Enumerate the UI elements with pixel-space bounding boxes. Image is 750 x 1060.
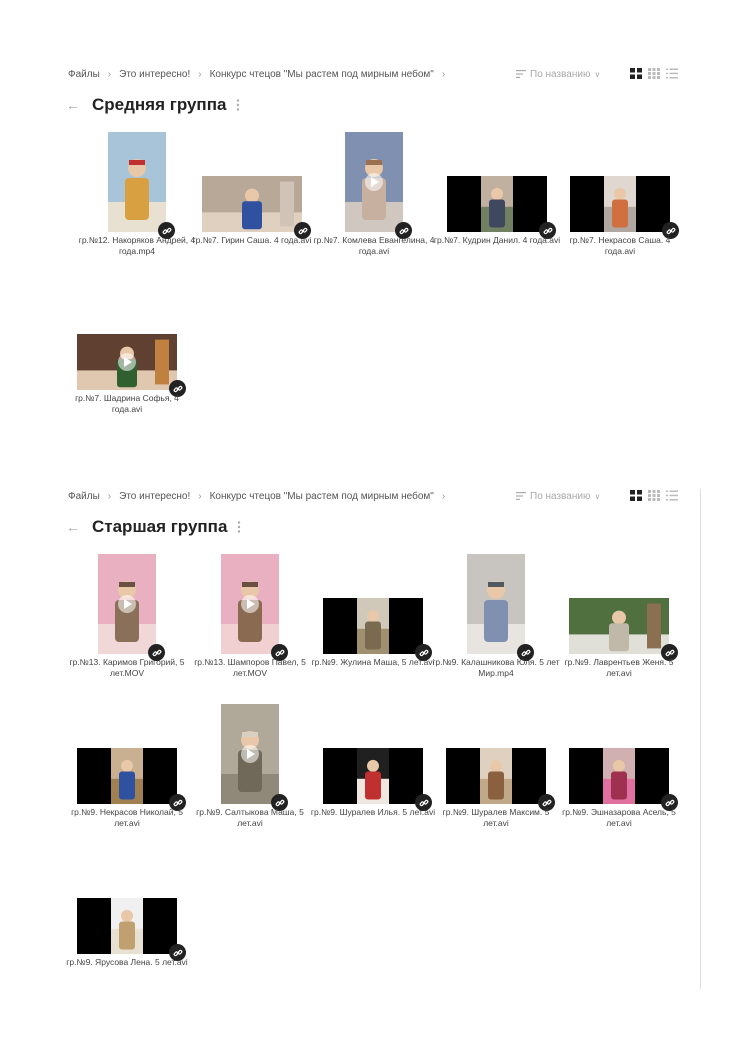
video-thumbnail[interactable] xyxy=(446,748,546,804)
video-thumbnail[interactable] xyxy=(569,598,669,654)
video-thumbnail[interactable] xyxy=(77,898,177,954)
sort-label: По названию xyxy=(530,490,591,502)
file-name: гр.№13. Каримов Григорий, 5 лет.MOV xyxy=(69,657,185,678)
breadcrumb-files[interactable]: Файлы xyxy=(68,491,100,502)
file-name: гр.№13. Шампоров Павел, 5 лет.MOV xyxy=(194,657,306,678)
file-name: гр.№9. Некрасов Николай, 5 лет.avi xyxy=(71,807,183,828)
breadcrumb-separator-icon: › xyxy=(107,490,112,502)
folder-title: Средняя группа xyxy=(92,95,227,114)
small-tiles-view-icon[interactable] xyxy=(648,490,660,501)
play-icon xyxy=(241,745,259,763)
breadcrumb-contest[interactable]: Конкурс чтецов "Мы растем под мирным неб… xyxy=(210,491,434,502)
file-name: гр.№9. Жулина Маша, 5 лет.avi xyxy=(311,657,435,667)
sort-dropdown[interactable]: По названию ∨ xyxy=(516,62,600,86)
more-options-icon[interactable] xyxy=(236,98,240,112)
video-thumbnail[interactable] xyxy=(77,748,177,804)
breadcrumb-interesting[interactable]: Это интересно! xyxy=(119,69,190,80)
file-name: гр.№9. Калашникова Юля. 5 лет Мир.mp4 xyxy=(432,657,560,678)
video-thumbnail[interactable] xyxy=(202,176,302,232)
video-thumbnail[interactable] xyxy=(98,554,156,654)
sort-dropdown[interactable]: По названию ∨ xyxy=(516,484,600,508)
file-tile[interactable]: гр.№9. Шуралев Максим. 5 лет.avi xyxy=(436,700,556,828)
file-name: гр.№9. Эшназарова Асель, 5 лет.avi xyxy=(562,807,676,828)
file-tile[interactable]: гр.№9. Эшназарова Асель, 5 лет.avi xyxy=(559,700,679,828)
breadcrumb-separator-icon: › xyxy=(441,68,446,80)
video-thumbnail[interactable] xyxy=(569,748,669,804)
play-icon xyxy=(365,173,383,191)
breadcrumb-interesting[interactable]: Это интересно! xyxy=(119,491,190,502)
breadcrumb: Файлы › Это интересно! › Конкурс чтецов … xyxy=(68,484,453,508)
sort-icon xyxy=(516,492,526,500)
video-thumbnail[interactable] xyxy=(467,554,525,654)
file-name: гр.№7. Шадрина Софья, 4 года.avi xyxy=(75,393,179,414)
breadcrumb-separator-icon: › xyxy=(441,490,446,502)
file-tile[interactable]: гр.№12. Накоряков Андрей, 4 года.mp4 xyxy=(77,128,197,256)
back-arrow-icon[interactable]: ← xyxy=(66,519,80,535)
panel-edge-divider xyxy=(700,489,701,989)
view-switcher xyxy=(630,68,678,79)
file-name: гр.№9. Салтыкова Маша, 5 лет.avi xyxy=(196,807,304,828)
video-thumbnail[interactable] xyxy=(221,704,279,804)
file-name: гр.№12. Накоряков Андрей, 4 года.mp4 xyxy=(78,235,196,256)
sort-icon xyxy=(516,70,526,78)
file-name: гр.№7. Некрасов Саша. 4 года.avi xyxy=(569,235,671,256)
video-thumbnail[interactable] xyxy=(570,176,670,232)
large-tiles-view-icon[interactable] xyxy=(630,68,642,79)
chevron-down-icon: ∨ xyxy=(594,491,601,501)
file-tile[interactable]: гр.№9. Жулина Маша, 5 лет.avi xyxy=(312,550,434,667)
video-thumbnail[interactable] xyxy=(323,748,423,804)
file-tile[interactable]: гр.№9. Шуралев Илья. 5 лет.avi xyxy=(311,700,435,817)
file-name: гр.№7. Гирин Саша. 4 года.avi xyxy=(192,235,312,245)
small-tiles-view-icon[interactable] xyxy=(648,68,660,79)
file-tile[interactable]: гр.№7. Шадрина Софья, 4 года.avi xyxy=(67,286,187,414)
file-tile[interactable]: гр.№9. Калашникова Юля. 5 лет Мир.mp4 xyxy=(432,550,560,678)
more-options-icon[interactable] xyxy=(237,520,241,534)
file-tile[interactable]: гр.№13. Шампоров Павел, 5 лет.MOV xyxy=(190,550,310,678)
file-tile[interactable]: гр.№7. Некрасов Саша. 4 года.avi xyxy=(560,128,680,256)
breadcrumb-files[interactable]: Файлы xyxy=(68,69,100,80)
view-switcher xyxy=(630,490,678,501)
file-name: гр.№7. Комлева Евангелина, 4 года.avi xyxy=(313,235,435,256)
play-icon xyxy=(118,353,136,371)
list-view-icon[interactable] xyxy=(666,68,678,79)
video-thumbnail[interactable] xyxy=(221,554,279,654)
video-thumbnail[interactable] xyxy=(77,334,177,390)
file-name: гр.№7. Кудрин Данил. 4 года.avi xyxy=(433,235,561,245)
play-icon xyxy=(241,595,259,613)
file-tile[interactable]: гр.№9. Салтыкова Маша, 5 лет.avi xyxy=(190,700,310,828)
file-name: гр.№9. Ярусова Лена. 5 лет.avi xyxy=(66,957,188,967)
video-thumbnail[interactable] xyxy=(345,132,403,232)
breadcrumb-contest[interactable]: Конкурс чтецов "Мы растем под мирным неб… xyxy=(210,69,434,80)
video-thumbnail[interactable] xyxy=(323,598,423,654)
play-icon xyxy=(118,595,136,613)
file-name: гр.№9. Шуралев Максим. 5 лет.avi xyxy=(442,807,550,828)
file-tile[interactable]: гр.№7. Гирин Саша. 4 года.avi xyxy=(192,128,312,245)
list-view-icon[interactable] xyxy=(666,490,678,501)
chevron-down-icon: ∨ xyxy=(594,69,601,79)
video-thumbnail[interactable] xyxy=(108,132,166,232)
large-tiles-view-icon[interactable] xyxy=(630,490,642,501)
file-tile[interactable]: гр.№7. Комлева Евангелина, 4 года.avi xyxy=(314,128,434,256)
sort-label: По названию xyxy=(530,68,591,80)
breadcrumb-separator-icon: › xyxy=(198,68,202,80)
breadcrumb-separator-icon: › xyxy=(198,490,202,502)
file-name: гр.№9. Шуралев Илья. 5 лет.avi xyxy=(310,807,436,817)
file-tile[interactable]: гр.№7. Кудрин Данил. 4 года.avi xyxy=(434,128,560,245)
file-tile[interactable]: гр.№9. Ярусова Лена. 5 лет.avi xyxy=(66,850,188,967)
video-thumbnail[interactable] xyxy=(447,176,547,232)
file-tile[interactable]: гр.№9. Лаврентьев Женя. 5 лет.avi xyxy=(559,550,679,678)
breadcrumb-separator-icon: › xyxy=(107,68,112,80)
back-arrow-icon[interactable]: ← xyxy=(66,97,80,113)
folder-title: Старшая группа xyxy=(92,517,228,536)
breadcrumb: Файлы › Это интересно! › Конкурс чтецов … xyxy=(68,62,453,86)
file-tile[interactable]: гр.№13. Каримов Григорий, 5 лет.MOV xyxy=(67,550,187,678)
file-name: гр.№9. Лаврентьев Женя. 5 лет.avi xyxy=(564,657,674,678)
file-tile[interactable]: гр.№9. Некрасов Николай, 5 лет.avi xyxy=(67,700,187,828)
